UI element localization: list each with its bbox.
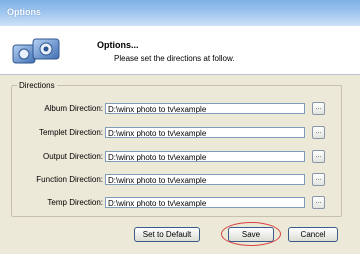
window-title: Options — [7, 7, 41, 17]
title-bar[interactable]: Options — [0, 0, 360, 26]
header-subtitle: Please set the directions at follow. — [114, 54, 235, 63]
function-direction-label: Function Direction: — [36, 175, 103, 184]
options-window: Options Options... Please set the direct… — [0, 0, 360, 254]
cancel-button[interactable]: Cancel — [288, 227, 338, 242]
header-title: Options... — [97, 40, 139, 50]
temp-direction-field[interactable]: D:\winx photo to tv\example — [105, 197, 305, 208]
album-browse-button[interactable]: ... — [312, 102, 325, 115]
function-direction-field[interactable]: D:\winx photo to tv\example — [105, 174, 305, 185]
templet-direction-label: Templet Direction: — [38, 128, 103, 137]
set-to-default-button[interactable]: Set to Default — [134, 227, 200, 242]
output-direction-field[interactable]: D:\winx photo to tv\example — [105, 151, 305, 162]
temp-direction-label: Temp Direction: — [47, 198, 103, 207]
temp-browse-button[interactable]: ... — [312, 196, 325, 209]
save-highlight-annotation — [221, 222, 281, 246]
output-browse-button[interactable]: ... — [312, 150, 325, 163]
templet-direction-field[interactable]: D:\winx photo to tv\example — [105, 127, 305, 138]
album-direction-label: Album Direction: — [44, 104, 103, 113]
directions-group-label: Directions — [17, 81, 57, 90]
header-panel — [0, 26, 360, 75]
function-browse-button[interactable]: ... — [312, 173, 325, 186]
templet-browse-button[interactable]: ... — [312, 126, 325, 139]
app-logo-icon — [12, 38, 60, 64]
output-direction-label: Output Direction: — [42, 152, 103, 161]
album-direction-field[interactable]: D:\winx photo to tv\example — [105, 103, 305, 114]
